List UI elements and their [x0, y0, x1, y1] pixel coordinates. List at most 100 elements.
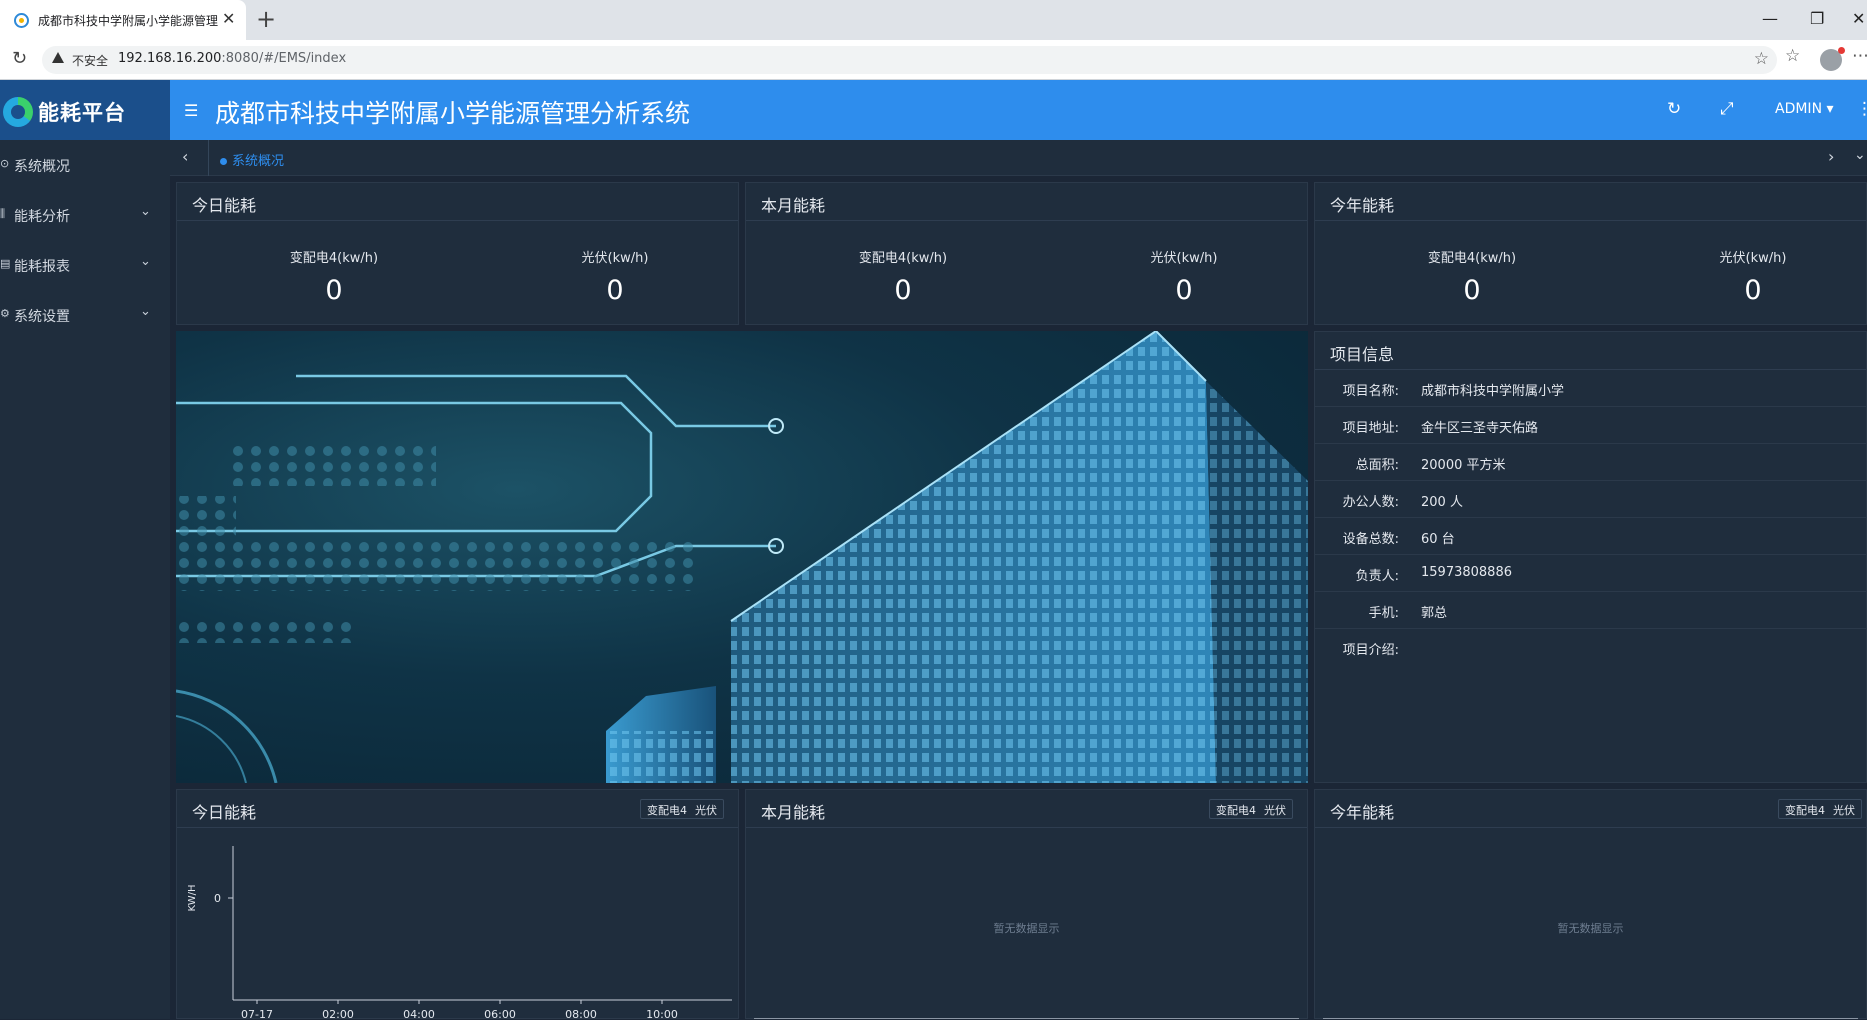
info-value: 金牛区三圣寺天佑路: [1421, 421, 1539, 436]
window-close-button[interactable]: ✕: [1852, 9, 1865, 28]
browser-menu-icon[interactable]: ⋯: [1852, 46, 1867, 66]
reload-icon[interactable]: ↻: [12, 48, 27, 69]
browser-tab[interactable]: 成都市科技中学附属小学能源管理 ✕: [0, 0, 246, 40]
x-tick-label: 02:00: [322, 1008, 354, 1020]
legend-item[interactable]: 变配电4: [647, 804, 687, 817]
legend-item[interactable]: 光伏: [1833, 804, 1855, 817]
card-title: 今日能耗: [192, 196, 257, 215]
menu-toggle-icon[interactable]: ☰: [184, 101, 198, 120]
metric-label: 变配电4(kw/h): [289, 251, 379, 266]
url-text[interactable]: 192.168.16.200:8080/#/EMS/index: [118, 51, 346, 66]
month-energy-chart: 本月能耗 变配电4 光伏 暂无数据显示: [745, 789, 1308, 1019]
card-title: 今年能耗: [1330, 196, 1395, 215]
metric-label: 光伏(kw/h): [1150, 251, 1218, 266]
legend-item[interactable]: 光伏: [695, 804, 717, 817]
x-tick-label: 08:00: [565, 1008, 597, 1020]
chart-title: 今年能耗: [1330, 803, 1395, 822]
minimize-button[interactable]: —: [1762, 9, 1778, 28]
logo-text: 能耗平台: [38, 100, 126, 125]
refresh-icon[interactable]: ↻: [1667, 99, 1681, 119]
info-value: 郭总: [1421, 606, 1448, 621]
sidebar-item-energy-report[interactable]: ▤ 能耗报表 ⌄: [0, 240, 170, 290]
info-row: 项目名称: 成都市科技中学附属小学: [1315, 370, 1866, 407]
divider: [746, 827, 1307, 828]
url-path: :8080/#/EMS/index: [221, 51, 347, 66]
hero-illustration: [176, 331, 1308, 783]
divider: [1315, 220, 1866, 221]
sidebar-item-label: 能耗分析: [14, 209, 70, 225]
warning-icon: [52, 52, 64, 63]
restore-button[interactable]: ❐: [1810, 9, 1824, 28]
chevron-left-icon[interactable]: ‹: [182, 147, 188, 166]
chevron-down-icon: ⌄: [140, 204, 151, 219]
info-value: 200 人: [1421, 495, 1463, 510]
analysis-icon: ⫼: [0, 207, 6, 220]
info-key: 手机:: [1368, 606, 1399, 621]
info-row: 负责人: 15973808886: [1315, 555, 1866, 592]
chevron-down-icon: ⌄: [140, 254, 151, 269]
today-energy-chart: 今日能耗 变配电4 光伏 KW/H 0 07-17 02:00 04:00 06:00 08:…: [176, 789, 739, 1020]
breadcrumb-divider: [208, 140, 209, 176]
metric-label: 变配电4(kw/h): [1427, 251, 1517, 266]
new-tab-button[interactable]: +: [256, 5, 276, 33]
line-chart: KW/H 0 07-17 02:00 04:00 06:00 08:00 10:00: [187, 846, 732, 1020]
url-field[interactable]: 不安全 192.168.16.200:8080/#/EMS/index ☆: [42, 46, 1777, 74]
sidebar-item-energy-analysis[interactable]: ⫼ 能耗分析 ⌄: [0, 190, 170, 240]
sidebar-item-settings[interactable]: ⚙ 系统设置 ⌄: [0, 290, 170, 340]
browser-tab-strip: 成都市科技中学附属小学能源管理 ✕ + — ❐ ✕: [0, 0, 1867, 40]
settings-icon: ⚙: [0, 307, 10, 320]
bookmark-star-icon[interactable]: ☆: [1754, 49, 1769, 69]
info-value: 15973808886: [1421, 565, 1512, 580]
info-key: 设备总数:: [1342, 532, 1399, 547]
divider: [1315, 827, 1866, 828]
chart-legend[interactable]: 变配电4 光伏: [1778, 799, 1862, 819]
metric-value: 0: [1463, 275, 1481, 306]
panel-title: 项目信息: [1330, 345, 1395, 364]
legend-item[interactable]: 变配电4: [1216, 804, 1256, 817]
more-icon[interactable]: ⋮: [1856, 99, 1867, 119]
tab-overview[interactable]: 系统概况: [220, 150, 284, 169]
chart-title: 本月能耗: [761, 803, 826, 822]
sidebar-item-label: 系统概况: [14, 159, 70, 175]
chart-legend[interactable]: 变配电4 光伏: [1209, 799, 1293, 819]
metric-label: 变配电4(kw/h): [858, 251, 948, 266]
user-menu[interactable]: ADMIN ▾: [1775, 101, 1834, 117]
report-icon: ▤: [0, 257, 11, 270]
info-key: 项目介绍:: [1342, 643, 1399, 658]
sidebar-item-label: 能耗报表: [14, 259, 70, 275]
chevron-down-icon: ⌄: [140, 304, 151, 319]
legend-item[interactable]: 变配电4: [1785, 804, 1825, 817]
sidebar: ⊙ 系统概况 ⫼ 能耗分析 ⌄ ▤ 能耗报表 ⌄ ⚙ 系统设置 ⌄: [0, 140, 170, 1019]
x-tick-label: 06:00: [484, 1008, 516, 1020]
month-energy-card: 本月能耗 变配电4(kw/h) 0 光伏(kw/h) 0: [745, 182, 1308, 325]
chart-legend[interactable]: 变配电4 光伏: [640, 799, 724, 819]
metric-value: 0: [325, 275, 343, 306]
hero-building-image: [176, 331, 1308, 783]
x-tick-label: 10:00: [646, 1008, 678, 1020]
empty-state-text: 暂无数据显示: [1557, 922, 1624, 935]
chart-title: 今日能耗: [192, 803, 257, 822]
chevron-right-icon[interactable]: ›: [1828, 147, 1834, 166]
fullscreen-icon[interactable]: ⤢: [1720, 99, 1734, 119]
info-key: 项目地址:: [1342, 421, 1399, 436]
insecure-label[interactable]: 不安全: [72, 52, 108, 69]
app-logo[interactable]: 能耗平台: [0, 80, 170, 140]
sidebar-item-label: 系统设置: [14, 309, 70, 325]
info-key: 负责人:: [1355, 569, 1399, 584]
info-row: 项目地址: 金牛区三圣寺天佑路: [1315, 407, 1866, 444]
metric-value: 0: [606, 275, 624, 306]
tab-close-icon[interactable]: ✕: [222, 9, 235, 28]
chevron-down-icon[interactable]: ⌄: [1854, 147, 1866, 163]
year-energy-chart: 今年能耗 变配电4 光伏 暂无数据显示: [1314, 789, 1867, 1019]
favorites-icon[interactable]: ☆: [1785, 46, 1800, 66]
metric-value: 0: [1175, 275, 1193, 306]
legend-item[interactable]: 光伏: [1264, 804, 1286, 817]
info-row: 办公人数: 200 人: [1315, 481, 1866, 518]
profile-avatar[interactable]: [1820, 47, 1845, 71]
sidebar-item-overview[interactable]: ⊙ 系统概况: [0, 140, 170, 190]
site-favicon-icon: [14, 13, 29, 28]
y-tick-label: 0: [214, 892, 221, 905]
info-value: 20000 平方米: [1421, 458, 1506, 473]
tab-title: 成都市科技中学附属小学能源管理: [38, 14, 218, 28]
metric-value: 0: [1744, 275, 1762, 306]
